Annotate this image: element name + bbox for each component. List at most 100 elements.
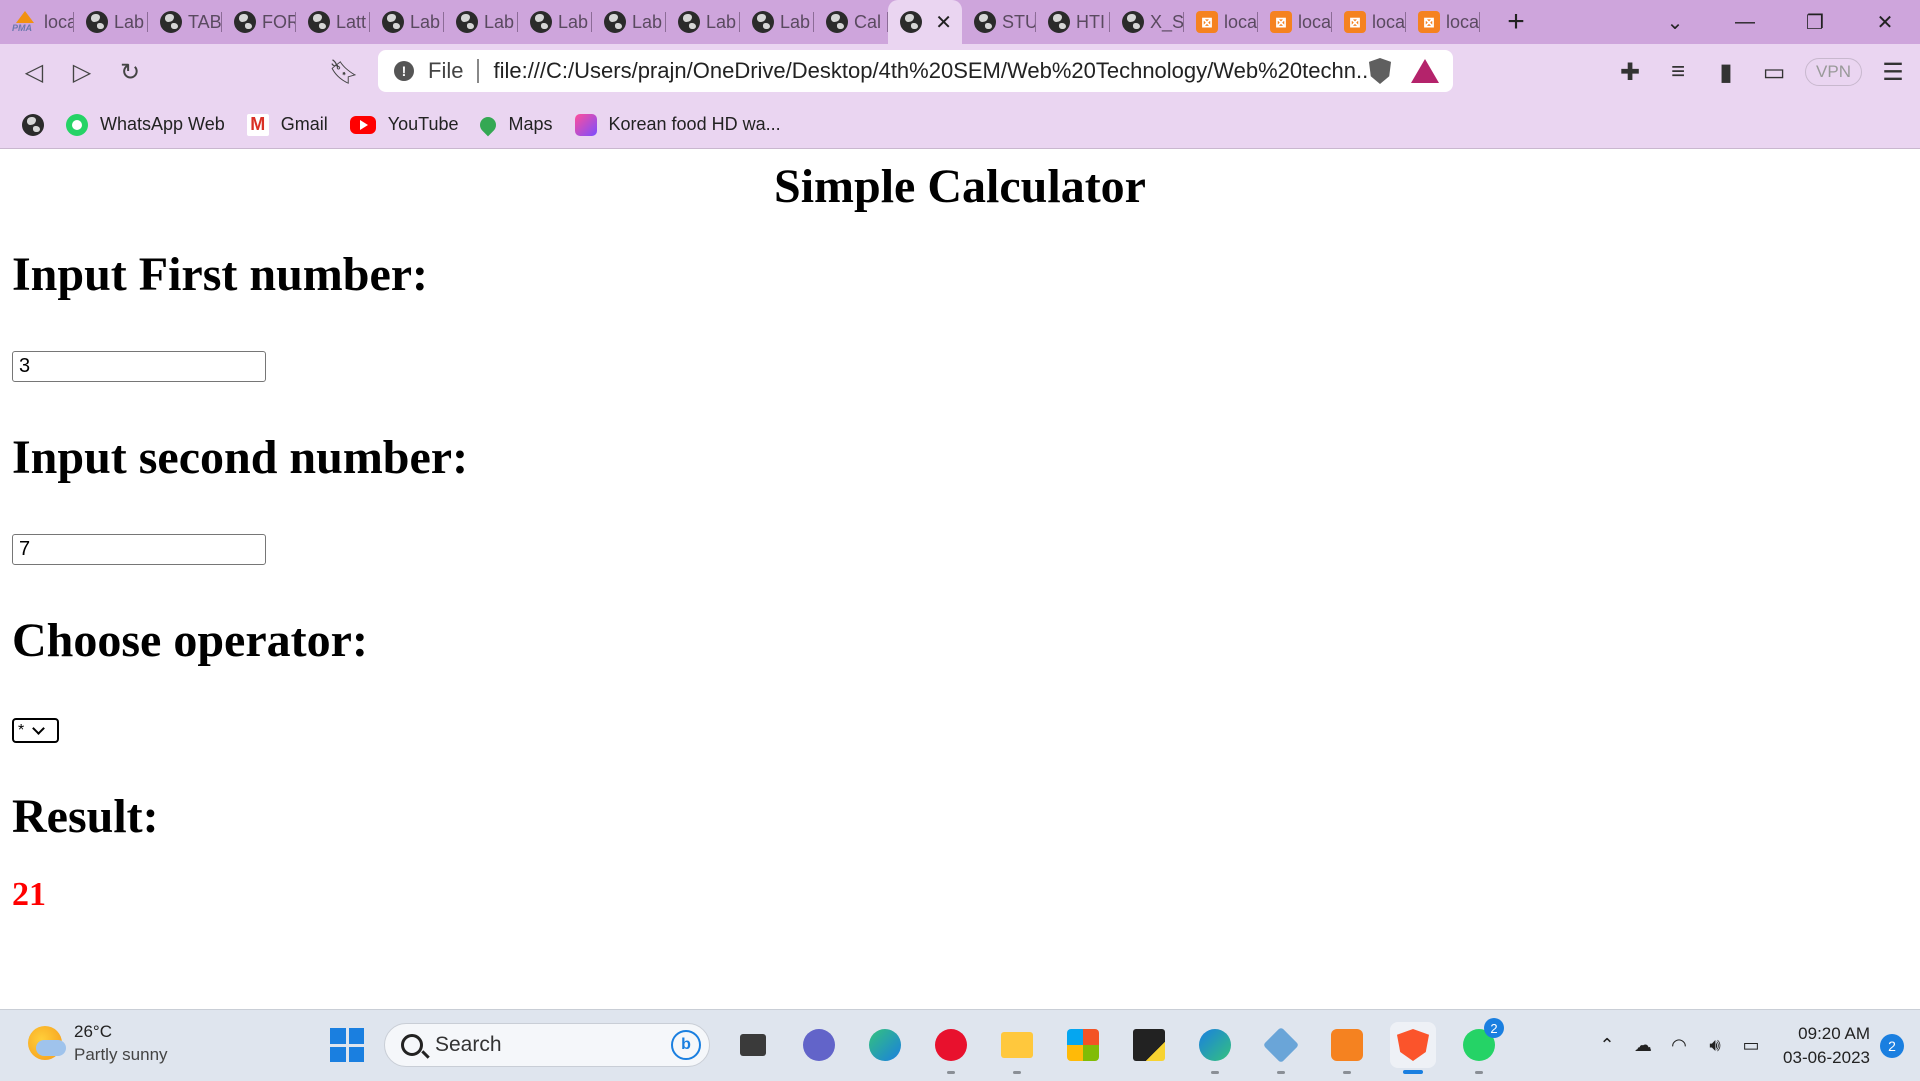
onedrive-error-icon[interactable]: ☁ <box>1625 1035 1661 1056</box>
browser-tab[interactable]: Lab <box>740 0 814 44</box>
tab-label: HTI <box>1076 11 1105 32</box>
tab-label: Lab <box>632 11 663 32</box>
browser-tab[interactable]: HTI <box>1036 0 1110 44</box>
browser-tab[interactable]: Lab <box>74 0 148 44</box>
bookmark-item[interactable]: WhatsApp Web <box>66 105 225 145</box>
battery-icon[interactable]: ▭ <box>1733 1035 1769 1056</box>
globe-icon <box>22 113 44 136</box>
browser-tab[interactable]: ✕ <box>888 0 962 44</box>
tab-label: Lab <box>558 11 589 32</box>
brave-shield-icon[interactable] <box>1369 58 1391 84</box>
result-label: Result: <box>12 790 159 843</box>
browser-tab[interactable]: Latt <box>296 0 370 44</box>
second-number-input[interactable] <box>12 534 266 565</box>
globe-icon <box>86 11 108 33</box>
show-hidden-icons-chevron-icon[interactable]: ⌃ <box>1589 1035 1625 1056</box>
sidebar-icon[interactable]: ▮ <box>1709 58 1743 87</box>
clock-time: 09:20 AM <box>1798 1023 1870 1043</box>
window-controls: ⌄ — ❐ ✕ <box>1640 0 1920 44</box>
globe-icon <box>678 11 700 33</box>
volume-icon[interactable]: 🔊︎ <box>1697 1035 1733 1056</box>
browser-tab[interactable]: Lab <box>592 0 666 44</box>
bing-icon[interactable]: b <box>671 1030 701 1060</box>
vpn-button[interactable]: VPN <box>1805 58 1862 86</box>
browser-tab[interactable]: Lab <box>518 0 592 44</box>
browser-tab[interactable]: TAB <box>148 0 222 44</box>
close-tab-icon[interactable]: ✕ <box>935 10 952 35</box>
restore-button[interactable]: ❐ <box>1780 0 1850 44</box>
bookmark-label: WhatsApp Web <box>100 114 225 134</box>
globe-icon <box>1122 11 1144 33</box>
file-explorer-icon[interactable] <box>994 1022 1040 1074</box>
reload-button[interactable]: ↻ <box>106 49 154 97</box>
globe-icon <box>308 11 330 33</box>
taskbar-clock[interactable]: 09:20 AM 03-06-2023 <box>1783 1022 1870 1070</box>
bookmark-item[interactable]: M Gmail <box>246 105 328 145</box>
back-button[interactable]: ◁ <box>10 49 58 97</box>
browser-tab[interactable]: ⊠ loca <box>1258 0 1332 44</box>
bookmark-item[interactable]: Maps <box>477 105 553 145</box>
playlist-icon[interactable]: ≡ <box>1661 58 1695 86</box>
bookmark-item[interactable]: YouTube <box>349 105 458 145</box>
browser-tab[interactable]: PMA loca <box>0 0 74 44</box>
taskbar-search[interactable]: Search b <box>384 1023 710 1067</box>
browser-tab[interactable]: STU <box>962 0 1036 44</box>
forward-button[interactable]: ▷ <box>58 49 106 97</box>
url-text[interactable]: file:///C:/Users/prajn/OneDrive/Desktop/… <box>493 58 1369 84</box>
operator-select[interactable]: * <box>12 718 59 743</box>
start-button[interactable] <box>330 1028 364 1062</box>
tab-label: loca <box>1446 11 1480 32</box>
sticky-notes-icon[interactable] <box>1126 1022 1172 1068</box>
bookmark-label: Maps <box>508 114 553 134</box>
browser-tab[interactable]: ⊠ loca <box>1406 0 1480 44</box>
tab-label: Lab <box>484 11 515 32</box>
menu-icon[interactable]: ☰ <box>1876 58 1910 87</box>
extensions-icon[interactable]: ✚ <box>1613 58 1647 87</box>
edge-icon[interactable] <box>862 1022 908 1068</box>
brave-browser-icon[interactable] <box>1390 1022 1436 1074</box>
task-view-icon[interactable] <box>730 1022 776 1068</box>
browser-tab[interactable]: X_S <box>1110 0 1184 44</box>
browser-tab[interactable]: FOR <box>222 0 296 44</box>
globe-icon <box>456 11 478 33</box>
weather-widget[interactable]: 26°C Partly sunny <box>28 1020 168 1066</box>
microsoft-store-icon[interactable] <box>1060 1022 1106 1068</box>
browser-tab[interactable]: Lab <box>444 0 518 44</box>
teams-chat-icon[interactable] <box>796 1022 842 1068</box>
close-window-button[interactable]: ✕ <box>1850 0 1920 44</box>
brave-rewards-icon[interactable] <box>1411 59 1439 83</box>
xampp-icon[interactable] <box>1324 1022 1370 1074</box>
first-number-input[interactable] <box>12 351 266 382</box>
partly-sunny-icon <box>28 1026 66 1060</box>
browser-tab[interactable]: Lab <box>666 0 740 44</box>
bookmark-item[interactable] <box>22 105 44 145</box>
bookmark-page-button[interactable]: 🔖︎ <box>320 49 368 97</box>
browser-tab[interactable]: Lab <box>370 0 444 44</box>
browser-tab[interactable]: ⊠ loca <box>1184 0 1258 44</box>
minimize-button[interactable]: — <box>1710 0 1780 44</box>
edge-beta-icon[interactable] <box>1192 1022 1238 1074</box>
globe-icon <box>160 11 182 33</box>
virtualbox-icon[interactable] <box>1258 1022 1304 1074</box>
media-player-icon[interactable] <box>928 1022 974 1074</box>
globe-icon <box>530 11 552 33</box>
globe-icon <box>826 11 848 33</box>
globe-icon <box>752 11 774 33</box>
tab-label: Latt <box>336 11 367 32</box>
site-info-icon[interactable]: ! <box>394 61 414 81</box>
tab-label: Cal <box>854 11 882 32</box>
bookmark-item[interactable]: Korean food HD wa... <box>574 105 781 145</box>
new-tab-button[interactable]: + <box>1496 5 1536 39</box>
notification-badge[interactable]: 2 <box>1880 1033 1904 1058</box>
weather-desc: Partly sunny <box>74 1045 168 1064</box>
wifi-icon[interactable]: ◠ <box>1661 1035 1697 1056</box>
address-bar[interactable]: ! File file:///C:/Users/prajn/OneDrive/D… <box>378 50 1453 92</box>
whatsapp-icon[interactable]: 2 <box>1456 1018 1504 1074</box>
globe-icon <box>234 11 256 33</box>
tab-label: X_S <box>1150 11 1184 32</box>
browser-tab[interactable]: Cal <box>814 0 888 44</box>
toolbar-right: ✚ ≡ ▮ ▭ VPN ☰ <box>1613 50 1910 94</box>
browser-tab[interactable]: ⊠ loca <box>1332 0 1406 44</box>
wallet-icon[interactable]: ▭ <box>1757 58 1791 87</box>
tab-search-chevron-icon[interactable]: ⌄ <box>1640 0 1710 44</box>
